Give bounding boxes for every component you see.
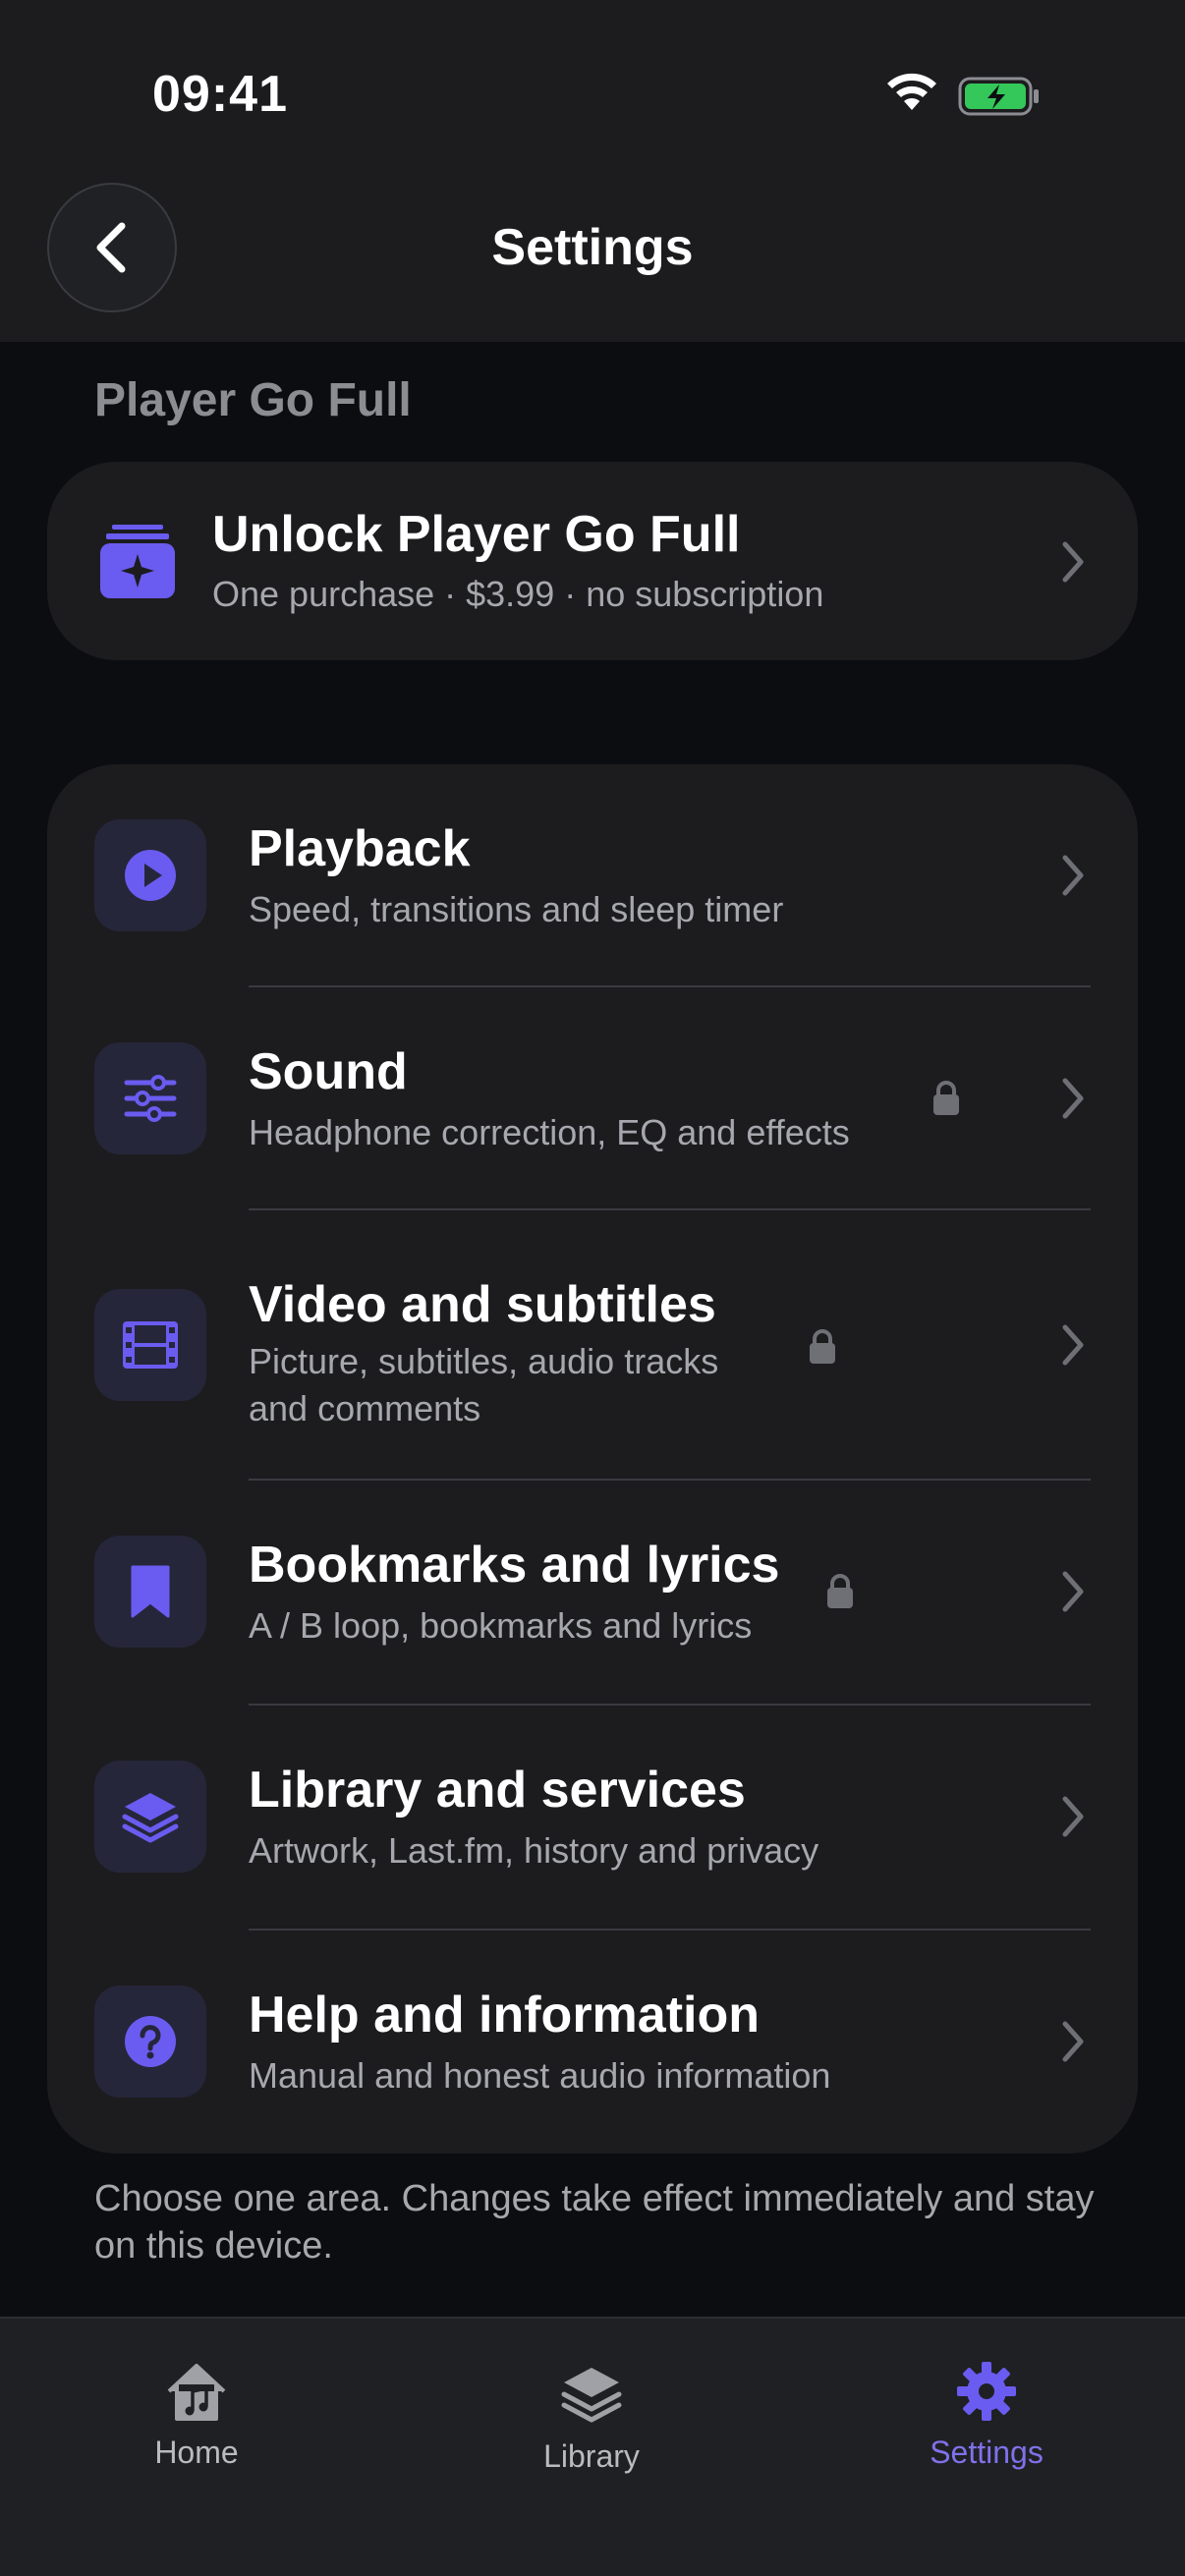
settings-row-video[interactable]: Video and subtitles Picture, subtitles, …: [47, 1210, 1138, 1480]
lock-icon: [810, 1329, 835, 1364]
row-title: Bookmarks and lyrics: [249, 1537, 780, 1594]
chevron-right-icon: [1062, 1324, 1084, 1366]
chevron-right-icon: [1062, 1571, 1084, 1612]
section-label: Player Go Full: [94, 374, 412, 426]
top-bar: 09:41 Settings: [0, 0, 1185, 342]
settings-row-bookmarks[interactable]: Bookmarks and lyrics A / B loop, bookmar…: [47, 1481, 1138, 1703]
settings-row-sound[interactable]: Sound Headphone correction, EQ and effec…: [47, 987, 1138, 1209]
row-title: Library and services: [249, 1762, 746, 1819]
settings-row-playback[interactable]: Playback Speed, transitions and sleep ti…: [47, 764, 1138, 986]
play-circle-icon: [94, 819, 206, 931]
row-subtitle: Headphone correction, EQ and effects: [249, 1112, 850, 1152]
film-icon: [94, 1289, 206, 1401]
lock-icon: [933, 1081, 959, 1115]
help-circle-icon: [94, 1986, 206, 2098]
wifi-icon: [887, 73, 936, 110]
lock-icon: [827, 1574, 853, 1608]
tab-home[interactable]: Home: [98, 2358, 295, 2471]
row-subtitle: Artwork, Last.fm, history and privacy: [249, 1830, 819, 1871]
row-title: Sound: [249, 1043, 408, 1100]
stack-sparkle-icon: [100, 525, 175, 598]
bookmark-icon: [94, 1536, 206, 1648]
row-title: Help and information: [249, 1987, 760, 2044]
tab-label: Library: [543, 2438, 640, 2474]
row-title: Playback: [249, 820, 471, 877]
tab-label: Home: [154, 2435, 239, 2470]
unlock-full-card[interactable]: Unlock Player Go Full One purchase · $3.…: [47, 462, 1138, 660]
tab-settings[interactable]: Settings: [888, 2358, 1085, 2471]
chevron-right-icon: [1062, 541, 1084, 583]
layers-icon: [561, 2368, 622, 2423]
battery-icon: [958, 77, 1039, 116]
row-subtitle-line1: Picture, subtitles, audio tracks: [249, 1341, 719, 1381]
page-title: Settings: [491, 219, 694, 276]
tab-library[interactable]: Library: [493, 2362, 690, 2475]
settings-row-help[interactable]: Help and information Manual and honest a…: [47, 1931, 1138, 2154]
row-subtitle: Manual and honest audio information: [249, 2055, 831, 2096]
home-music-icon: [167, 2364, 226, 2421]
status-time: 09:41: [152, 66, 288, 123]
settings-list: Playback Speed, transitions and sleep ti…: [47, 764, 1138, 2154]
chevron-right-icon: [1062, 1796, 1084, 1837]
chevron-right-icon: [1062, 2021, 1084, 2062]
chevron-right-icon: [1062, 1078, 1084, 1119]
row-subtitle: Speed, transitions and sleep timer: [249, 889, 784, 929]
sliders-icon: [94, 1042, 206, 1154]
chevron-right-icon: [1062, 855, 1084, 896]
tab-bar: Home Library Settings: [0, 2317, 1185, 2576]
row-title: Video and subtitles: [249, 1276, 716, 1333]
unlock-title: Unlock Player Go Full: [212, 506, 741, 563]
settings-row-library[interactable]: Library and services Artwork, Last.fm, h…: [47, 1706, 1138, 1928]
footnote: Choose one area. Changes take effect imm…: [94, 2178, 1095, 2267]
unlock-subtitle: One purchase · $3.99 · no subscription: [212, 574, 824, 614]
gear-icon: [957, 2362, 1016, 2421]
layers-icon: [94, 1761, 206, 1873]
row-subtitle: A / B loop, bookmarks and lyrics: [249, 1605, 753, 1646]
row-subtitle-line2: and comments: [249, 1388, 481, 1428]
tab-label: Settings: [930, 2435, 1044, 2470]
